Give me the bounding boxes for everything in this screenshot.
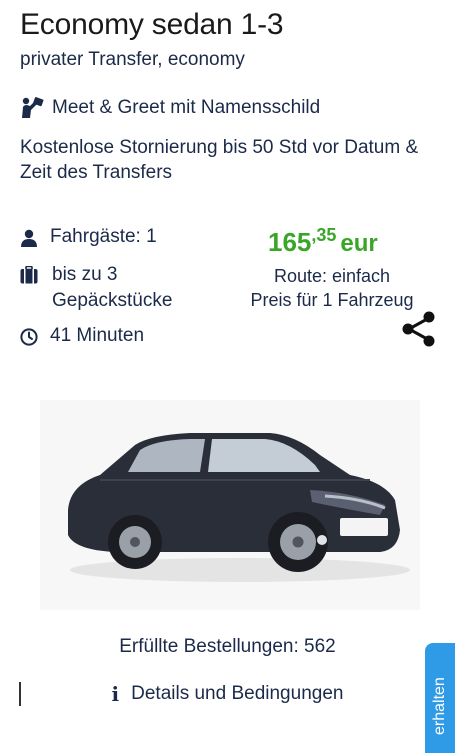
price: 165,35 eur: [268, 225, 378, 258]
route-info: Route: einfach Preis für 1 Fahrzeug: [232, 264, 432, 312]
duration-info: 41 Minuten: [20, 325, 144, 347]
completed-orders: Erfüllte Bestellungen: 562: [119, 636, 336, 657]
transfer-offer-card: Economy sedan 1-3 privater Transfer, eco…: [0, 0, 455, 753]
duration-label: 41 Minuten: [50, 325, 145, 346]
suitcase-icon: [20, 265, 38, 284]
side-tab-label: erhalten: [431, 677, 448, 735]
details-link[interactable]: i Details und Bedingungen: [0, 682, 455, 706]
offer-subtitle: privater Transfer, economy: [20, 49, 245, 70]
car-image: [40, 400, 420, 610]
passengers-label: Fahrgäste: 1: [50, 226, 157, 247]
meet-greet-feature: Meet & Greet mit Namensschild: [20, 97, 320, 119]
price-currency: eur: [340, 230, 378, 257]
user-icon: [20, 229, 38, 247]
route-label: Route: einfach: [273, 266, 391, 286]
person-sign-icon: [20, 97, 44, 119]
meet-greet-label: Meet & Greet mit Namensschild: [52, 97, 321, 118]
clock-icon: [20, 328, 38, 346]
offer-title: Economy sedan 1-3: [20, 8, 284, 41]
details-label: Details und Bedingungen: [131, 683, 344, 704]
passengers-info: Fahrgäste: 1: [20, 226, 157, 248]
luggage-label: bis zu 3 Gepäckstücke: [52, 264, 173, 311]
cancellation-policy: Kostenlose Stornierung bis 50 Std vor Da…: [20, 137, 419, 183]
share-icon[interactable]: [400, 310, 438, 348]
price-cents: ,35: [311, 225, 337, 245]
luggage-info: bis zu 3 Gepäckstücke: [20, 262, 200, 314]
info-icon: i: [111, 682, 120, 706]
price-main: 165: [268, 227, 312, 257]
price-note: Preis für 1 Fahrzeug: [250, 290, 414, 310]
side-tab-button[interactable]: erhalten: [425, 643, 455, 753]
